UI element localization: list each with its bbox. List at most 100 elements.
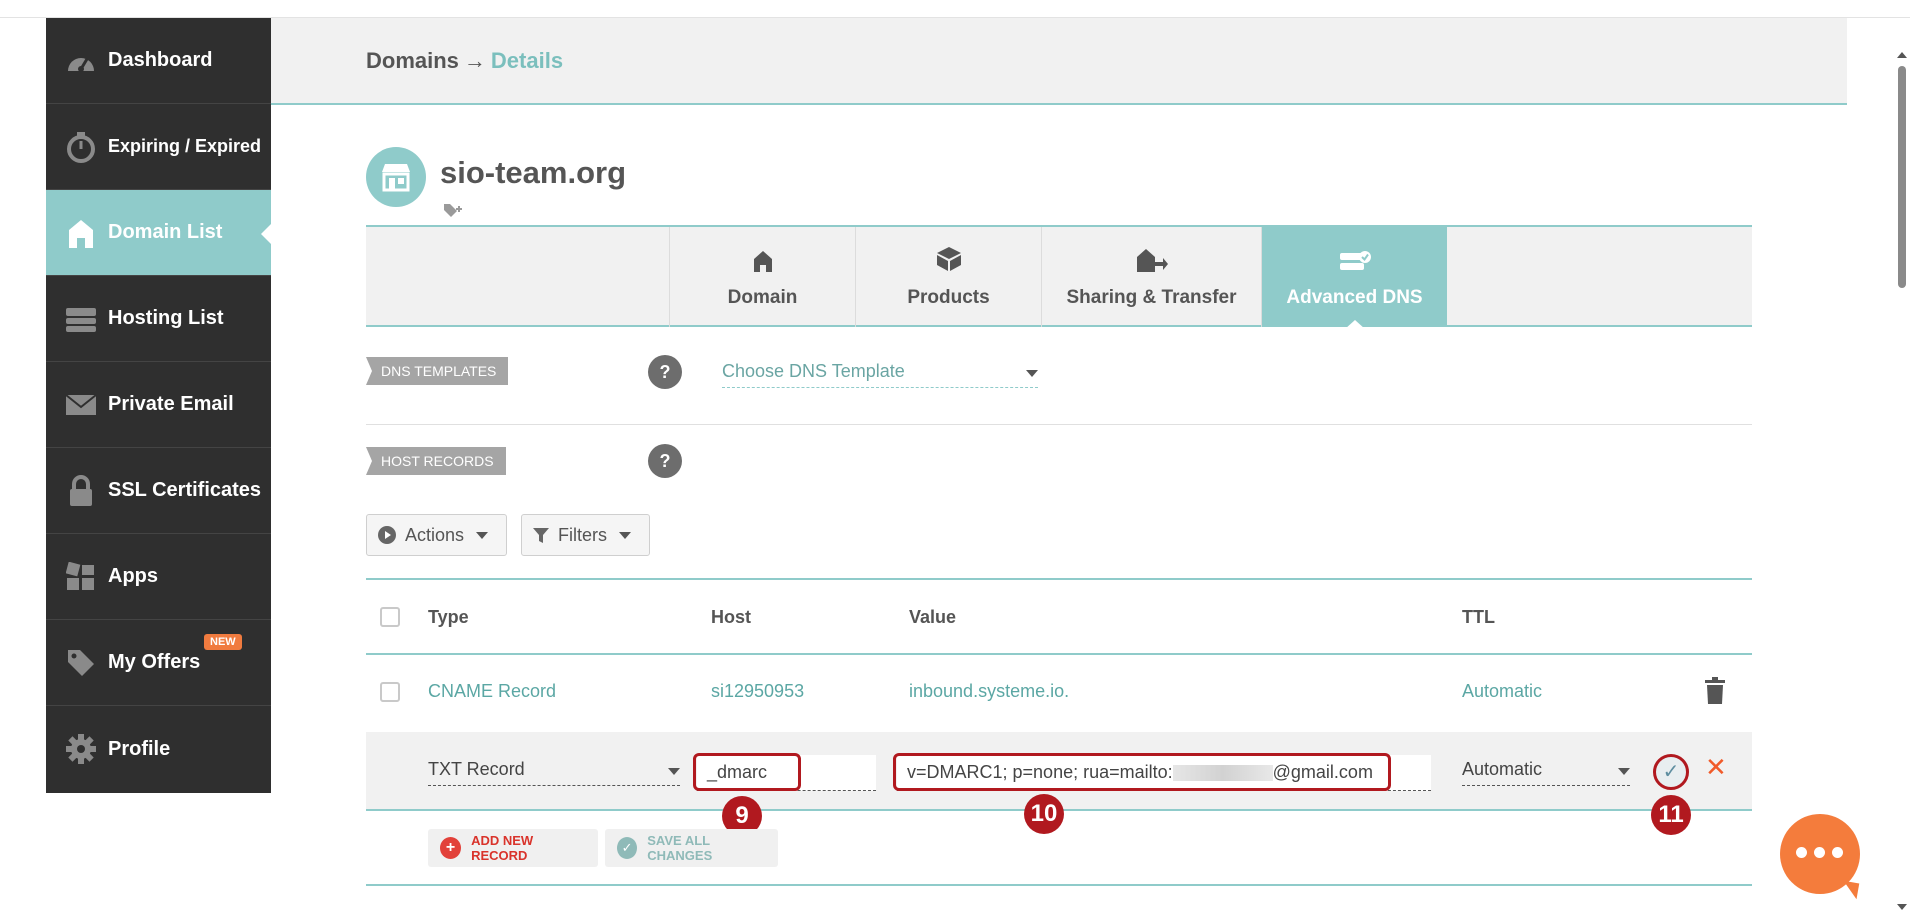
sidebar-item-private-email[interactable]: Private Email xyxy=(46,362,271,448)
host-records-label: HOST RECORDS xyxy=(366,447,506,475)
tab-label: Sharing & Transfer xyxy=(1066,287,1237,308)
filters-label: Filters xyxy=(558,524,607,545)
sidebar: Dashboard Expiring / Expired Domain List… xyxy=(46,18,272,793)
tab-label: Advanced DNS xyxy=(1286,287,1423,308)
save-record-check-icon[interactable]: ✓ xyxy=(1653,754,1689,790)
tab-domain[interactable]: Domain xyxy=(669,227,855,327)
tab-products[interactable]: Products xyxy=(855,227,1041,327)
home-icon xyxy=(64,216,98,250)
cell-host: si12950953 xyxy=(711,681,805,701)
sidebar-item-profile[interactable]: Profile xyxy=(46,706,271,792)
sidebar-item-label: Profile xyxy=(108,737,171,760)
breadcrumb-domains-link[interactable]: Domains xyxy=(366,48,459,73)
actions-button[interactable]: Actions xyxy=(366,514,507,556)
play-circle-icon xyxy=(377,525,397,545)
filter-icon xyxy=(532,526,550,544)
envelope-icon xyxy=(64,388,98,422)
sidebar-item-label: Expiring / Expired xyxy=(108,136,262,156)
add-new-record-label: ADD NEW RECORD xyxy=(471,833,534,863)
chevron-down-icon xyxy=(1618,768,1630,775)
cell-type: CNAME Record xyxy=(428,681,557,701)
ttl-value: Automatic xyxy=(1462,759,1543,779)
record-type-select[interactable]: TXT Record xyxy=(428,756,680,786)
record-type-value: TXT Record xyxy=(428,759,525,779)
stopwatch-icon xyxy=(64,130,98,164)
scroll-down-arrow-icon[interactable] xyxy=(1897,904,1907,910)
highlight-box-host xyxy=(693,753,801,791)
sidebar-item-label: Dashboard xyxy=(108,49,213,71)
gauge-icon xyxy=(64,44,98,78)
tab-advanced-dns[interactable]: Advanced DNS xyxy=(1261,227,1447,329)
save-all-changes-label: SAVE ALL CHANGES xyxy=(647,833,713,863)
domain-name-title: sio-team.org xyxy=(440,155,627,190)
add-tag-icon[interactable] xyxy=(443,203,463,224)
actions-label: Actions xyxy=(405,524,465,545)
trash-icon[interactable] xyxy=(1704,677,1726,709)
chevron-down-icon xyxy=(476,531,489,539)
home-icon xyxy=(752,250,774,277)
host-records-help-icon[interactable]: ? xyxy=(648,444,682,478)
tab-label: Domain xyxy=(727,287,798,308)
breadcrumb-arrow: → xyxy=(463,48,486,73)
sidebar-item-domain-list[interactable]: Domain List xyxy=(46,190,272,276)
cell-ttl: Automatic xyxy=(1462,681,1543,701)
sidebar-item-apps[interactable]: Apps xyxy=(46,534,271,620)
sidebar-item-dashboard[interactable]: Dashboard xyxy=(46,18,271,104)
step-marker-11: 11 xyxy=(1651,795,1691,835)
ttl-select[interactable]: Automatic xyxy=(1462,756,1630,786)
dns-server-icon xyxy=(1339,250,1371,277)
sidebar-item-label: My Offers xyxy=(108,651,201,673)
sidebar-item-ssl-certificates[interactable]: SSL Certificates xyxy=(46,448,271,534)
tag-icon xyxy=(64,646,98,680)
breadcrumb: Domains → Details xyxy=(366,48,563,74)
sidebar-item-label: Hosting List xyxy=(108,307,224,329)
sidebar-item-label: Domain List xyxy=(108,221,223,243)
domain-tabs: Domain Products Sharing & Transfer Advan… xyxy=(366,225,1752,329)
cell-value: inbound.systeme.io. xyxy=(909,681,1070,701)
section-divider xyxy=(366,424,1752,425)
sidebar-item-label: SSL Certificates xyxy=(108,479,262,501)
column-header-host: Host xyxy=(711,607,751,627)
gear-icon xyxy=(64,732,98,766)
tab-sharing-transfer[interactable]: Sharing & Transfer xyxy=(1041,227,1261,327)
dns-templates-help-icon[interactable]: ? xyxy=(648,355,682,389)
apps-icon xyxy=(64,560,98,594)
sidebar-item-hosting-list[interactable]: Hosting List xyxy=(46,276,271,362)
table-top-border xyxy=(366,578,1752,580)
cancel-record-close-icon[interactable]: ✕ xyxy=(1705,752,1727,783)
sidebar-item-expiring[interactable]: Expiring / Expired xyxy=(46,104,271,190)
scroll-thumb[interactable] xyxy=(1898,66,1906,288)
server-icon xyxy=(64,302,98,336)
dns-template-select[interactable]: Choose DNS Template xyxy=(722,358,1038,388)
column-header-type: Type xyxy=(428,607,469,627)
filters-button[interactable]: Filters xyxy=(521,514,650,556)
box-icon xyxy=(936,246,962,277)
sidebar-item-label: Private Email xyxy=(108,393,234,415)
chat-bubble-button[interactable] xyxy=(1780,814,1860,894)
lock-icon xyxy=(64,474,98,508)
plus-circle-icon: + xyxy=(440,837,462,859)
row-checkbox[interactable] xyxy=(380,682,400,702)
new-badge: NEW xyxy=(204,634,242,650)
sidebar-item-my-offers[interactable]: My Offers NEW xyxy=(46,620,271,706)
highlight-box-value xyxy=(893,753,1391,791)
save-all-changes-button[interactable]: ✓ SAVE ALL CHANGES xyxy=(605,829,778,867)
chevron-down-icon xyxy=(1026,370,1038,377)
select-all-checkbox[interactable] xyxy=(380,607,400,627)
dns-template-select-value: Choose DNS Template xyxy=(722,361,905,381)
chat-dots-icon xyxy=(1796,847,1843,858)
column-header-ttl: TTL xyxy=(1462,607,1495,627)
chevron-down-icon xyxy=(668,768,680,775)
scroll-up-arrow-icon[interactable] xyxy=(1897,52,1907,58)
breadcrumb-current: Details xyxy=(490,48,564,73)
page-scrollbar[interactable] xyxy=(1893,50,1910,923)
domain-store-icon xyxy=(366,147,426,207)
tab-label: Products xyxy=(907,287,990,308)
dns-templates-label: DNS TEMPLATES xyxy=(366,357,509,385)
column-header-value: Value xyxy=(909,607,957,627)
sidebar-item-label: Apps xyxy=(108,565,158,587)
add-new-record-button[interactable]: + ADD NEW RECORD xyxy=(428,829,598,867)
house-transfer-icon xyxy=(1136,248,1168,277)
table-bottom-border xyxy=(366,884,1752,886)
chevron-down-icon xyxy=(619,531,631,539)
